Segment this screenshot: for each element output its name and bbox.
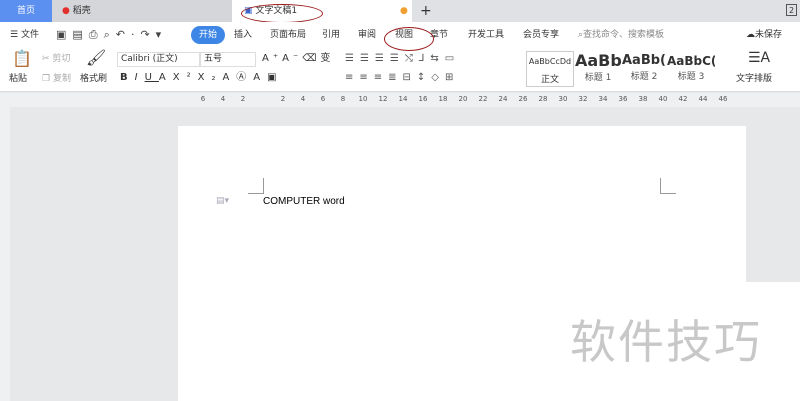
unsaved-label: 未保存 (755, 30, 783, 40)
style-label: 标题 1 (584, 73, 612, 83)
ribbon: ☰ 文件 ▣▤⎙⌕↶·↷▾ 开始 插入 页面布局 引用 审阅 视图 章节 开发工… (0, 22, 800, 92)
menu-review[interactable]: 审阅 (358, 26, 376, 44)
ruler-tick: 4 (300, 95, 306, 103)
menu-member[interactable]: 会员专享 (523, 26, 559, 44)
cut-label: 剪切 (52, 54, 71, 64)
style-label: 正文 (540, 75, 559, 85)
tab-daoke[interactable]: ● 稻壳 (52, 0, 232, 22)
menu-kaishi[interactable]: 开始 (191, 26, 226, 44)
ruler-tick: 2 (280, 95, 286, 103)
ruler-tick: 32 (578, 95, 588, 103)
ruler-tick: 44 (698, 95, 708, 103)
ruler-tick: 24 (498, 95, 508, 103)
ruler-tick: 26 (518, 95, 528, 103)
tab-label: 稻壳 (72, 6, 91, 16)
ruler-tick: 4 (220, 95, 226, 103)
ruler-tick: 38 (638, 95, 648, 103)
corner-mark (248, 178, 264, 194)
font-select[interactable]: Calibri (正文) (117, 52, 200, 67)
ruler-tick: 46 (718, 95, 728, 103)
ruler-tick: 6 (200, 95, 206, 103)
style-preview: AaBbC( (667, 54, 715, 68)
format-icons[interactable]: BIUAX²X₂AⒶA▣ (120, 71, 284, 85)
file-label: 文件 (20, 30, 39, 40)
corner-mark (660, 178, 676, 194)
daoke-icon: ● (62, 6, 70, 16)
annotation-ellipse (384, 27, 434, 51)
style-preview: AaBbCcDd (528, 57, 572, 66)
annotation-ellipse (241, 4, 323, 23)
style-normal[interactable]: AaBbCcDd 正文 (526, 51, 574, 87)
font-tools-icons[interactable]: A⁺A⁻⌫变 (262, 52, 334, 66)
new-tab-button[interactable]: + (420, 0, 432, 22)
menu-developer[interactable]: 开发工具 (468, 26, 504, 44)
style-preview: AaBb( (622, 53, 666, 68)
style-label: 标题 2 (630, 72, 658, 82)
ruler-tick: 40 (658, 95, 668, 103)
ruler-tick: 42 (678, 95, 688, 103)
ruler-tick: 10 (358, 95, 368, 103)
format-painter-icon[interactable]: 🖌 (86, 50, 106, 66)
ruler-tick: 22 (478, 95, 488, 103)
window-count[interactable]: 2 (786, 4, 798, 16)
align-icons[interactable]: ≡≡≡≣⊟↕◇⊞ (345, 71, 459, 85)
horizontal-ruler[interactable]: 6 4 2 2 4 6 8 10 12 14 16 18 20 22 24 26 28 30 32 34 36 38 40 4… (0, 93, 800, 107)
style-label: 标题 3 (677, 72, 705, 82)
document-text[interactable]: COMPUTER word (263, 196, 345, 207)
ruler-tick: 34 (598, 95, 608, 103)
style-preview: AaBb (575, 51, 621, 70)
unsaved-status[interactable]: ☁未保存 (746, 26, 782, 44)
text-layout-button[interactable]: 文字排版 (736, 72, 772, 86)
ruler-tick: 20 (458, 95, 468, 103)
search-placeholder: 查找命令、搜索模板 (583, 30, 665, 40)
paste-button[interactable]: 粘贴 (9, 72, 27, 86)
ruler-tick: 30 (558, 95, 568, 103)
ruler-tick: 36 (618, 95, 628, 103)
vertical-ruler[interactable] (0, 107, 10, 401)
ruler-tick: 12 (378, 95, 388, 103)
paragraph-icons[interactable]: ☰☰☰☰⤭⅃⇆▭ (345, 52, 460, 66)
ruler-tick: 2 (240, 95, 246, 103)
ruler-tick: 18 (438, 95, 448, 103)
unsaved-dot: ● (400, 6, 408, 16)
tab-home[interactable]: 首页 (0, 0, 52, 22)
menu-insert[interactable]: 插入 (234, 26, 252, 44)
search-box[interactable]: ⌕查找命令、搜索模板 (578, 26, 664, 44)
watermark: 软件技巧 (568, 282, 800, 401)
menu-layout[interactable]: 页面布局 (270, 26, 306, 44)
paragraph-handle-icon[interactable]: ▤▾ (216, 196, 229, 206)
quick-access-icons[interactable]: ▣▤⎙⌕↶·↷▾ (56, 26, 167, 44)
ruler-tick: 6 (320, 95, 326, 103)
ruler-tick: 16 (418, 95, 428, 103)
ruler-tick: 14 (398, 95, 408, 103)
copy-label: 复制 (52, 74, 71, 84)
format-painter-button[interactable]: 格式刷 (80, 72, 107, 86)
style-heading2[interactable]: AaBb( 标题 2 (621, 51, 667, 87)
paste-icon[interactable]: 📋 (12, 51, 32, 67)
file-menu[interactable]: ☰ 文件 (10, 26, 39, 44)
copy-button[interactable]: ❐ 复制 (42, 72, 71, 86)
style-heading3[interactable]: AaBbC( 标题 3 (667, 51, 715, 87)
ruler-tick: 28 (538, 95, 548, 103)
font-size-select[interactable]: 五号 (200, 52, 256, 67)
cut-button[interactable]: ✂ 剪切 (42, 52, 70, 66)
menu-references[interactable]: 引用 (322, 26, 340, 44)
text-layout-icon: ☰A (748, 50, 771, 66)
style-heading1[interactable]: AaBb 标题 1 (575, 51, 621, 87)
ruler-tick: 8 (340, 95, 346, 103)
tab-bar: 首页 ● 稻壳 ▣ 文字文稿1 ● + 2 (0, 0, 800, 23)
